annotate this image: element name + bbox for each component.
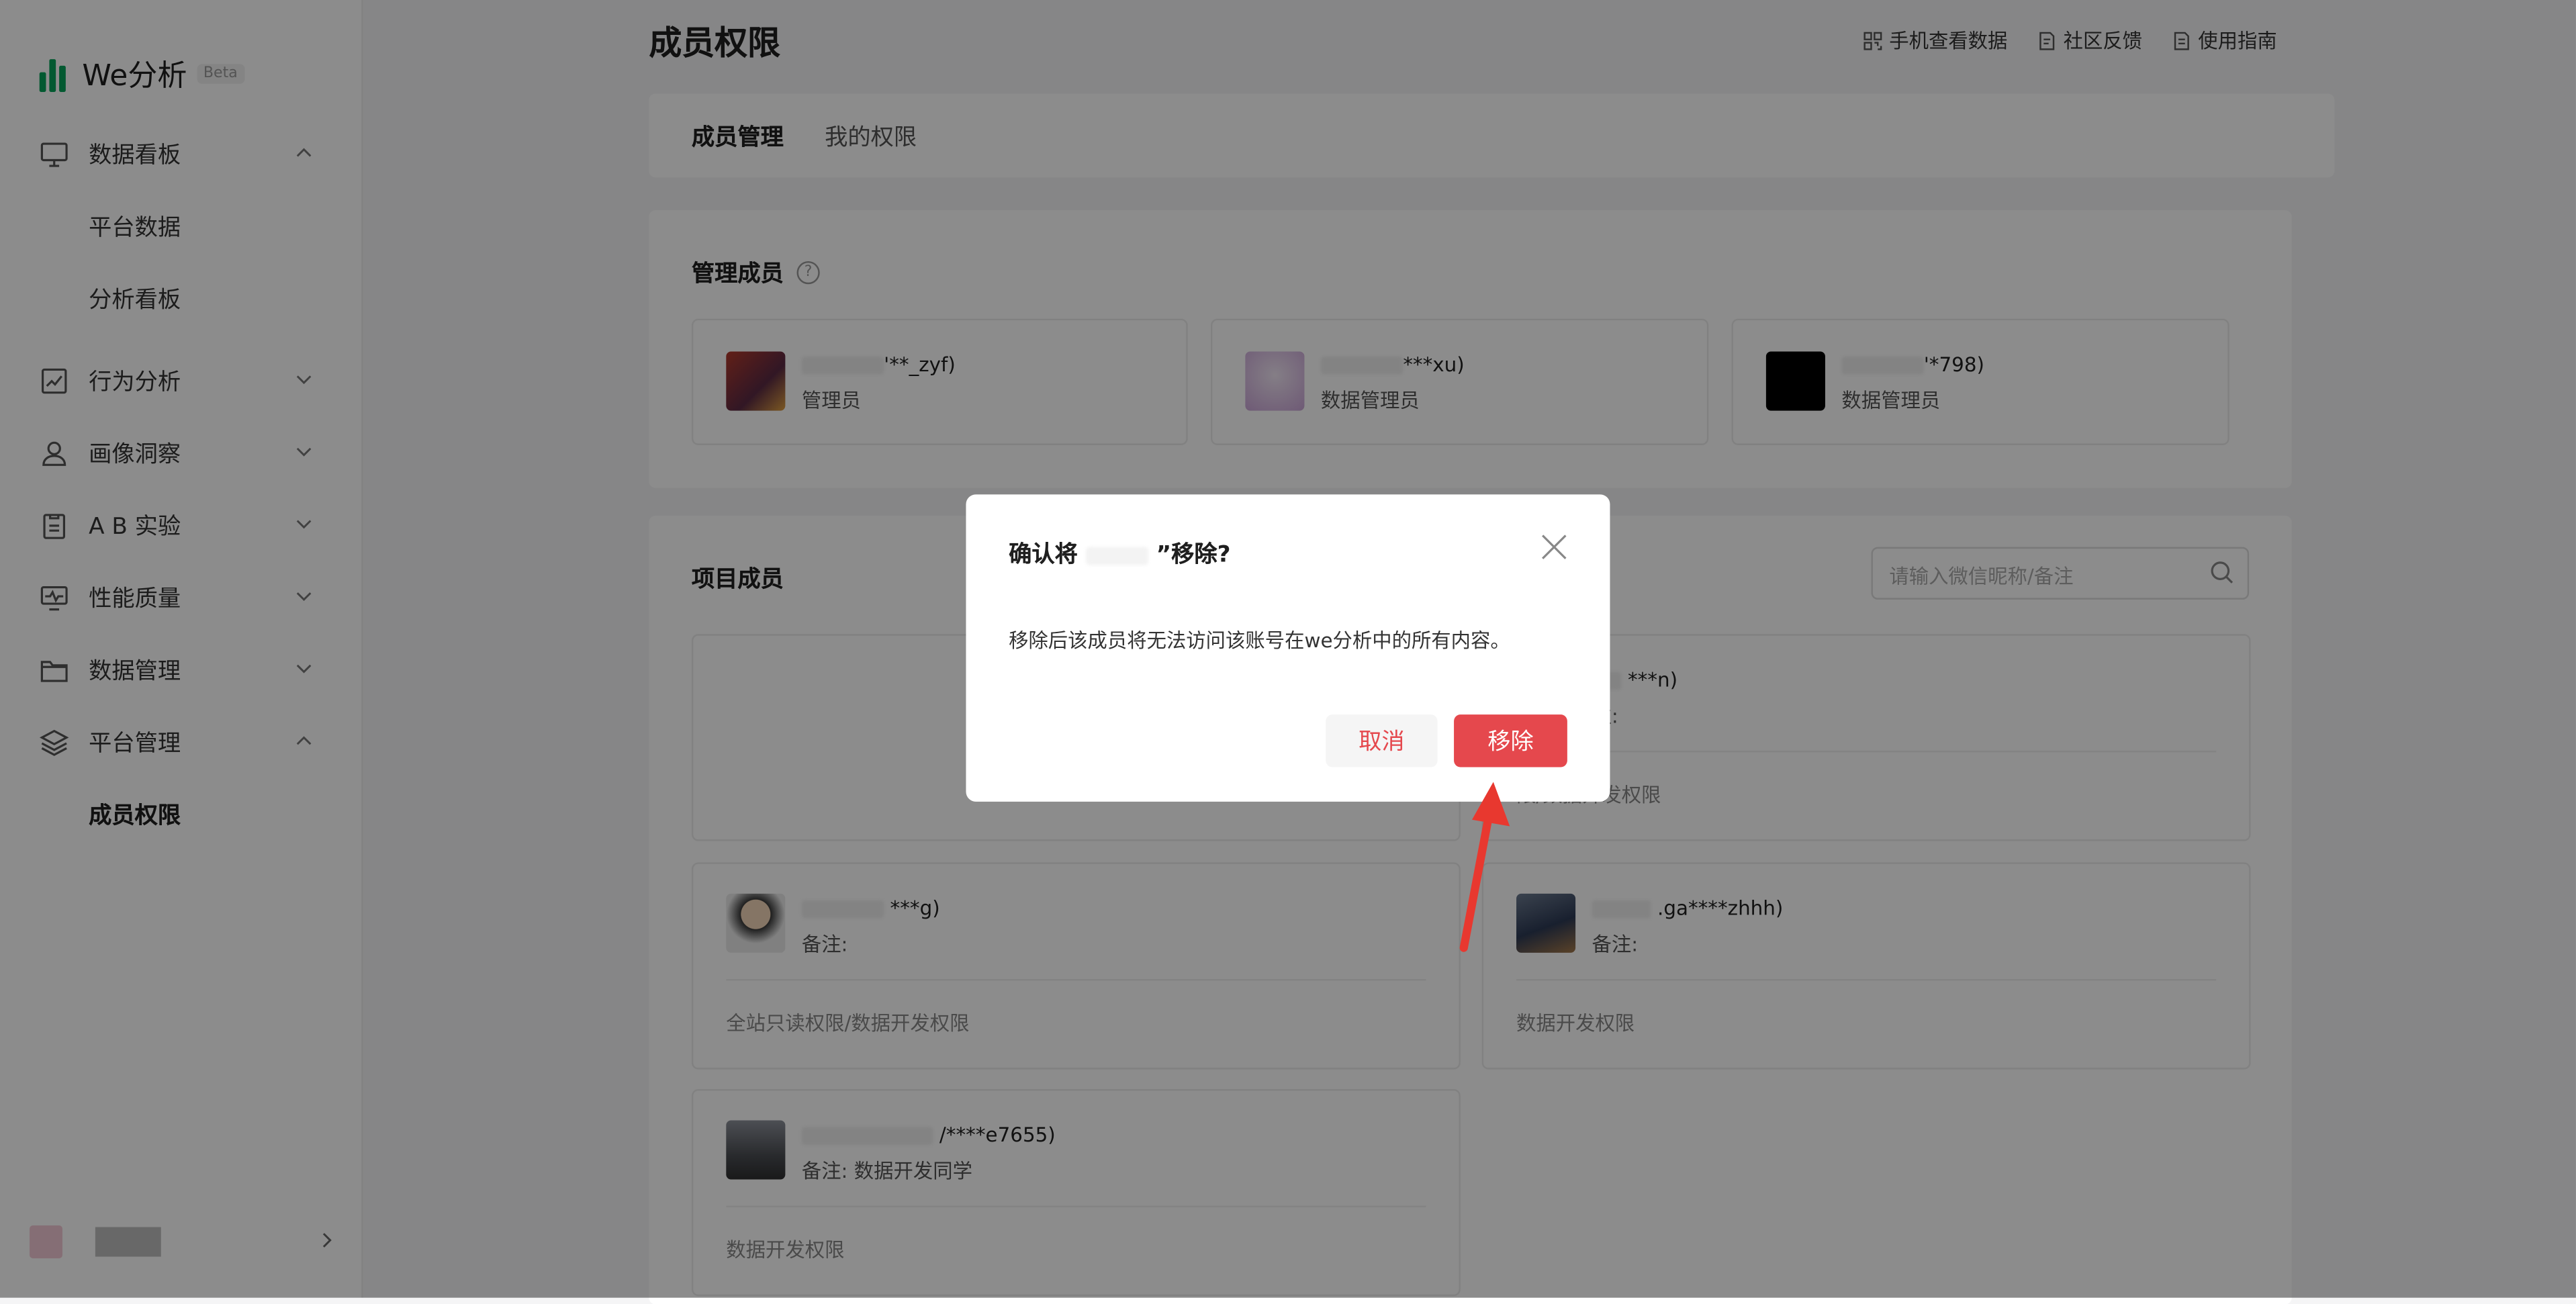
close-icon[interactable] xyxy=(1541,534,1567,560)
dialog-body: 移除后该成员将无法访问该账号在we分析中的所有内容。 xyxy=(1009,628,1510,653)
annotation-arrow-icon xyxy=(1459,782,1510,952)
remove-member-dialog: 确认将 ”移除? 移除后该成员将无法访问该账号在we分析中的所有内容。 取消 移… xyxy=(966,494,1610,802)
cancel-button[interactable]: 取消 xyxy=(1326,714,1438,767)
dialog-title: 确认将 ”移除? xyxy=(1009,542,1231,569)
remove-button[interactable]: 移除 xyxy=(1454,714,1567,767)
